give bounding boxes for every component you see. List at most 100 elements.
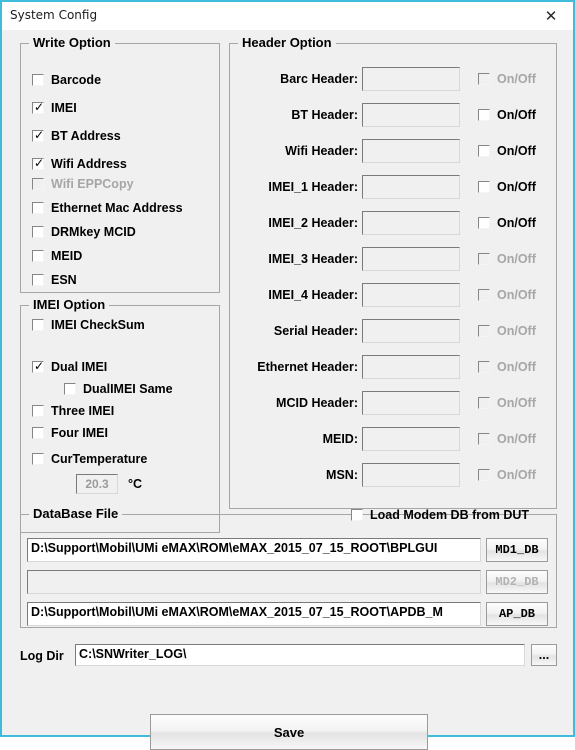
imei-option-legend: IMEI Option (29, 297, 110, 312)
save-button[interactable]: Save (150, 714, 428, 750)
write-option-ethernet-mac-address[interactable]: Ethernet Mac Address (32, 201, 183, 215)
checkbox-box (32, 250, 44, 262)
system-config-window: System Config ✕ Write Option IMEI Option… (0, 0, 575, 750)
title-bar: System Config ✕ (2, 2, 573, 30)
checkbox-box (478, 361, 490, 373)
write-option-bt-address[interactable]: ✓ BT Address (32, 129, 121, 143)
write-option-drmkey-mcid[interactable]: DRMkey MCID (32, 225, 136, 239)
close-icon[interactable]: ✕ (529, 2, 573, 30)
checkbox-box (32, 453, 44, 465)
log-dir-browse-button[interactable]: ... (531, 644, 557, 666)
imei-option-three-imei[interactable]: Three IMEI (32, 404, 114, 418)
log-dir-input[interactable]: C:\SNWriter_LOG\ (75, 644, 525, 666)
header-toggle-bt-header[interactable]: On/Off (478, 108, 536, 122)
database-path-md2-db (27, 570, 481, 594)
header-toggle-wifi-header[interactable]: On/Off (478, 144, 536, 158)
database-file-legend: DataBase File (29, 506, 123, 521)
write-option-wifi-address[interactable]: ✓ Wifi Address (32, 157, 127, 171)
imei-option-imei-checksum[interactable]: IMEI CheckSum (32, 318, 145, 332)
header-input-wifi-header[interactable] (362, 139, 460, 163)
checkbox-label: On/Off (497, 468, 536, 482)
database-path-ap-db[interactable]: D:\Support\Mobil\UMi eMAX\ROM\eMAX_2015_… (27, 602, 481, 626)
load-modem-db-checkbox[interactable]: Load Modem DB from DUT (351, 508, 529, 522)
header-toggle-imei-2-header[interactable]: On/Off (478, 216, 536, 230)
imei-option-curtemperature[interactable]: CurTemperature (32, 452, 147, 466)
header-input-serial-header (362, 319, 460, 343)
header-input-imei-1-header[interactable] (362, 175, 460, 199)
checkbox-box: ✓ (32, 156, 45, 170)
cur-temperature-input: 20.3 (76, 474, 118, 494)
checkbox-label: MEID (51, 249, 83, 263)
header-input-imei-4-header (362, 283, 460, 307)
checkbox-box (478, 145, 490, 157)
write-option-meid[interactable]: MEID (32, 249, 82, 263)
write-option-imei[interactable]: ✓ IMEI (32, 101, 77, 115)
header-label-bt-header: BT Header: (291, 108, 358, 122)
temperature-unit-label: °C (128, 477, 143, 491)
imei-option-dual-imei[interactable]: ✓ Dual IMEI (32, 360, 107, 374)
checkbox-box (32, 319, 44, 331)
checkbox-box (478, 433, 490, 445)
header-label-imei-3-header: IMEI_3 Header: (268, 252, 358, 266)
checkbox-label: Dual IMEI (51, 360, 108, 374)
checkbox-label: On/Off (497, 72, 536, 86)
checkbox-label: ESN (51, 273, 77, 287)
checkbox-box (64, 383, 76, 395)
header-toggle-imei-1-header[interactable]: On/Off (478, 180, 536, 194)
checkbox-label: Four IMEI (51, 426, 108, 440)
header-input-imei-2-header[interactable] (362, 211, 460, 235)
imei-option-dualimei-same[interactable]: DualIMEI Same (64, 382, 173, 396)
checkbox-label: BT Address (51, 129, 121, 143)
checkbox-label: On/Off (497, 396, 536, 410)
header-label-meid: MEID: (322, 432, 358, 446)
write-option-esn[interactable]: ESN (32, 273, 77, 287)
checkbox-box (478, 73, 490, 85)
imei-option-four-imei[interactable]: Four IMEI (32, 426, 108, 440)
database-path-md1-db[interactable]: D:\Support\Mobil\UMi eMAX\ROM\eMAX_2015_… (27, 538, 481, 562)
checkbox-box (32, 202, 44, 214)
checkbox-box (32, 178, 44, 190)
header-toggle-barc-header: On/Off (478, 72, 536, 86)
checkbox-box (32, 74, 44, 86)
database-browse-md1-db-button[interactable]: MD1_DB (486, 538, 548, 562)
checkbox-label: IMEI CheckSum (51, 318, 145, 332)
check-icon: ✓ (34, 156, 45, 170)
header-label-wifi-header: Wifi Header: (285, 144, 358, 158)
checkbox-box (478, 109, 490, 121)
header-toggle-msn: On/Off (478, 468, 536, 482)
dialog-body: Write Option IMEI Option Header Option D… (2, 30, 573, 750)
header-label-imei-4-header: IMEI_4 Header: (268, 288, 358, 302)
header-toggle-imei-3-header: On/Off (478, 252, 536, 266)
checkbox-label: DRMkey MCID (51, 225, 136, 239)
header-toggle-serial-header: On/Off (478, 324, 536, 338)
checkbox-label: On/Off (497, 360, 536, 374)
header-label-mcid-header: MCID Header: (276, 396, 358, 410)
checkbox-label: Wifi EPPCopy (51, 177, 134, 191)
checkbox-label: Ethernet Mac Address (51, 201, 183, 215)
header-label-serial-header: Serial Header: (273, 324, 358, 338)
header-label-imei-2-header: IMEI_2 Header: (268, 216, 358, 230)
check-icon: ✓ (34, 128, 45, 142)
checkbox-box (478, 253, 490, 265)
header-toggle-meid: On/Off (478, 432, 536, 446)
write-option-legend: Write Option (29, 35, 115, 50)
write-option-barcode[interactable]: Barcode (32, 73, 101, 87)
checkbox-box (478, 469, 490, 481)
checkbox-label: On/Off (497, 324, 536, 338)
checkbox-label: On/Off (497, 288, 536, 302)
check-icon: ✓ (34, 359, 45, 373)
checkbox-label: DualIMEI Same (83, 382, 173, 396)
header-label-ethernet-header: Ethernet Header: (257, 360, 358, 374)
imei-option-group: IMEI Option (20, 297, 220, 533)
header-input-msn (362, 463, 460, 487)
checkbox-box (478, 397, 490, 409)
checkbox-label: On/Off (497, 180, 536, 194)
database-browse-ap-db-button[interactable]: AP_DB (486, 602, 548, 626)
header-toggle-ethernet-header: On/Off (478, 360, 536, 374)
database-browse-md2-db-button: MD2_DB (486, 570, 548, 594)
header-input-bt-header[interactable] (362, 103, 460, 127)
header-input-meid (362, 427, 460, 451)
checkbox-label: On/Off (497, 108, 536, 122)
window-title: System Config (10, 8, 98, 22)
check-icon: ✓ (34, 100, 45, 114)
